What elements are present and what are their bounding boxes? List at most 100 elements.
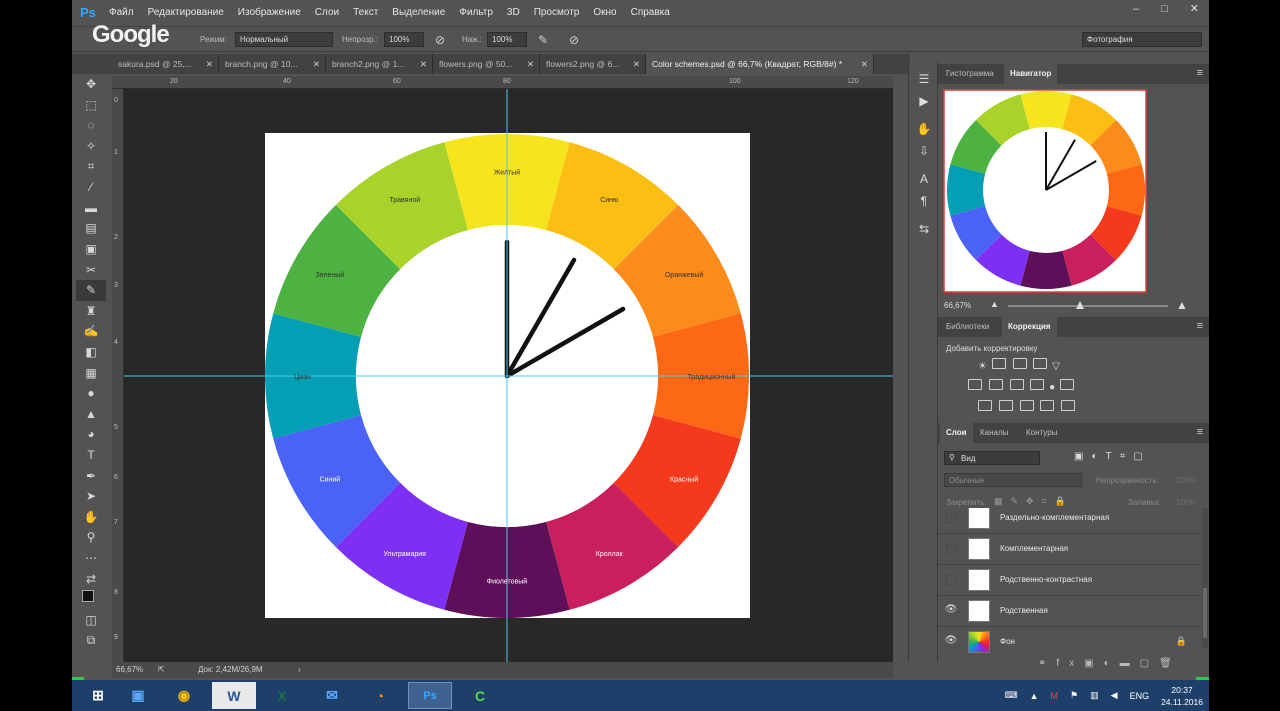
gradient-tool-icon[interactable]: ▦ — [76, 362, 106, 383]
zoom-tool-icon[interactable]: ⚲ — [76, 527, 106, 548]
tab-layers[interactable]: Слои — [940, 423, 973, 443]
blur-tool-icon[interactable]: ● — [76, 383, 106, 404]
photoshop-taskbar-icon[interactable]: Ps — [408, 682, 452, 709]
exposure-icon[interactable] — [1033, 358, 1048, 369]
marquee-tool-icon[interactable]: ⬚ — [76, 95, 106, 116]
history-brush-tool-icon[interactable]: ✍ — [76, 321, 106, 342]
brush-tool-icon[interactable]: ✎ — [76, 279, 106, 301]
layer-opacity-value[interactable]: 100% — [1176, 476, 1196, 485]
menu-view[interactable]: Просмотр — [527, 0, 587, 26]
network-icon[interactable]: ▥ — [1090, 690, 1099, 701]
thunderbird-icon[interactable]: ✉ — [310, 682, 354, 709]
chrome-icon[interactable]: ◉ — [162, 682, 206, 709]
layer-name[interactable]: Раздельно-комплементарная — [1000, 513, 1109, 522]
paragraph-panel-icon[interactable]: ¶ — [909, 190, 939, 212]
pressure-size-icon[interactable]: ⊘ — [566, 32, 582, 48]
layers-scrollbar[interactable] — [1202, 508, 1208, 648]
stamp-tool-icon[interactable]: ▣ — [76, 239, 106, 260]
word-icon[interactable]: W — [212, 682, 256, 709]
color-balance-icon[interactable] — [988, 379, 1003, 390]
move-tool-icon[interactable]: ✥ — [76, 74, 106, 95]
excel-icon[interactable]: X — [260, 682, 304, 709]
close-tab-icon[interactable]: ✕ — [861, 54, 868, 74]
delete-layer-icon[interactable]: 🗑 — [1159, 658, 1182, 669]
layer-filter-select[interactable]: ⚲ Вид — [944, 451, 1040, 465]
screen-mode-icon[interactable]: ⧉ — [76, 630, 106, 651]
zoom-out-icon[interactable]: ▲ — [990, 299, 999, 309]
fill-value[interactable]: 100% — [1176, 498, 1196, 507]
lock-icons[interactable]: ▦✎✥⌗🔒 — [994, 496, 1074, 507]
layer-filter-icons[interactable]: ▣◐T⌗▢ — [1074, 451, 1151, 462]
color-lookup-icon[interactable] — [1059, 379, 1074, 390]
panel-menu-icon[interactable]: ≡ — [1197, 320, 1203, 332]
close-tab-icon[interactable]: ✕ — [313, 54, 320, 74]
menu-layers[interactable]: Слои — [308, 0, 346, 26]
layer-row[interactable]: Раздельно-комплементарная — [938, 508, 1201, 534]
eraser-tool-icon[interactable]: ◧ — [76, 342, 106, 363]
play-actions-icon[interactable]: ▶ — [909, 90, 939, 112]
layer-row[interactable]: Родственно-контрастная — [938, 565, 1201, 596]
minimize-button[interactable]: – — [1133, 0, 1139, 20]
flag-icon[interactable]: ⚑ — [1070, 690, 1078, 701]
new-group-icon[interactable]: ▬ — [1120, 658, 1140, 669]
tab-paths[interactable]: Контуры — [1020, 423, 1063, 443]
close-tab-icon[interactable]: ✕ — [206, 54, 213, 74]
navigator-preview[interactable] — [938, 84, 1209, 312]
status-arrow-icon[interactable]: › — [298, 662, 301, 678]
levels-icon[interactable] — [991, 358, 1006, 369]
airbrush-opacity-icon[interactable]: ⊘ — [432, 32, 448, 48]
menu-window[interactable]: Окно — [586, 0, 623, 26]
start-button-icon[interactable]: ⊞ — [76, 682, 120, 709]
history-icon[interactable]: ☰ — [909, 68, 939, 90]
tab-navigator[interactable]: Навигатор — [1004, 64, 1058, 84]
panel-menu-icon[interactable]: ≡ — [1197, 426, 1203, 438]
tab-sakura[interactable]: sakura.psd @ 25,... ✕ — [112, 54, 219, 74]
close-tab-icon[interactable]: ✕ — [527, 54, 534, 74]
keyboard-icon[interactable]: ⌨ — [1005, 690, 1018, 701]
panel-menu-icon[interactable]: ≡ — [1197, 67, 1203, 79]
lasso-tool-icon[interactable]: ◌ — [76, 115, 106, 136]
opacity-select[interactable]: 100% — [384, 32, 424, 47]
properties-panel-icon[interactable]: ⇆ — [909, 218, 939, 240]
tab-channels[interactable]: Каналы — [974, 423, 1014, 443]
vibrance-icon[interactable]: ▽ — [1052, 361, 1060, 372]
scissors-tool-icon[interactable]: ✂ — [76, 259, 106, 280]
zoom-readout[interactable]: 66,67% — [116, 662, 143, 678]
sharpen-tool-icon[interactable]: ▲ — [76, 404, 106, 425]
visibility-toggle[interactable] — [946, 544, 956, 554]
selective-color-icon[interactable] — [1061, 400, 1076, 411]
zoom-in-icon[interactable]: ▲ — [1176, 298, 1188, 312]
patch-tool-icon[interactable]: ▤ — [76, 218, 106, 239]
tab-branch[interactable]: branch.png @ 10... ✕ — [219, 54, 326, 74]
volume-icon[interactable]: ◀ — [1111, 690, 1118, 701]
magic-wand-tool-icon[interactable]: ✧ — [76, 136, 106, 157]
threshold-icon[interactable] — [1019, 400, 1034, 411]
crop-tool-icon[interactable]: ⌗ — [76, 156, 106, 177]
invert-icon[interactable] — [978, 400, 992, 411]
black-white-icon[interactable] — [1009, 379, 1024, 390]
close-tab-icon[interactable]: ✕ — [420, 54, 427, 74]
posterize-icon[interactable] — [998, 400, 1013, 411]
close-button[interactable]: ✕ — [1190, 0, 1199, 20]
add-mask-icon[interactable]: ▣ — [1084, 658, 1103, 669]
menu-text[interactable]: Текст — [346, 0, 385, 26]
quick-mask-icon[interactable]: ◫ — [76, 609, 106, 630]
blend-mode-select[interactable]: Обычные — [944, 473, 1082, 487]
airbrush-icon[interactable]: ✎ — [535, 32, 551, 48]
tab-color-schemes[interactable]: Color schemes.psd @ 66,7% (Квадрат, RGB/… — [646, 54, 874, 74]
photo-filter-icon[interactable] — [1030, 379, 1045, 390]
tab-corrections[interactable]: Коррекция — [1002, 317, 1057, 337]
menu-3d[interactable]: 3D — [500, 0, 527, 26]
firefox-icon[interactable]: ◔ — [358, 682, 402, 709]
visibility-toggle[interactable] — [946, 575, 956, 585]
menu-select[interactable]: Выделение — [385, 0, 452, 26]
dodge-tool-icon[interactable]: ◕ — [76, 424, 106, 445]
eyedropper-tool-icon[interactable]: ⁄ — [76, 177, 106, 198]
pen-tool-icon[interactable]: ✒ — [76, 465, 106, 486]
workspace-select[interactable]: Фотография — [1082, 32, 1202, 47]
more-tools-icon[interactable]: ⋯ — [76, 548, 106, 569]
fx-icon[interactable]: fx — [1056, 658, 1084, 669]
camtasia-icon[interactable]: C — [458, 682, 502, 709]
clone-source-icon[interactable]: ⇩ — [909, 140, 939, 162]
antivirus-icon[interactable]: M — [1051, 691, 1059, 701]
